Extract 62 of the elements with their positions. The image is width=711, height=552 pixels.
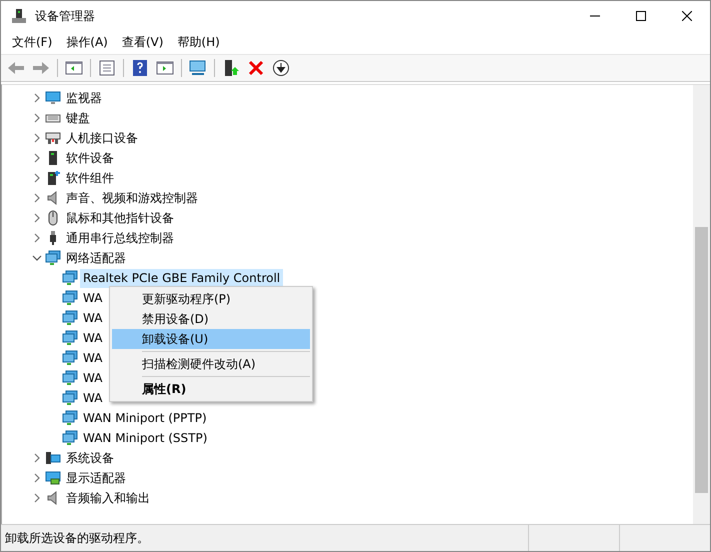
tree-item[interactable]: 软件组件 bbox=[63, 168, 117, 188]
back-arrow-icon bbox=[7, 59, 25, 77]
status-text: 卸载所选设备的驱动程序。 bbox=[4, 530, 150, 546]
menu-item[interactable]: 文件(F) bbox=[5, 32, 60, 53]
context-menu-item[interactable]: 扫描检测硬件改动(A) bbox=[112, 354, 310, 374]
tree-item[interactable]: 音频输入和输出 bbox=[63, 488, 153, 508]
network-icon bbox=[62, 270, 78, 286]
forward-arrow-icon bbox=[32, 59, 50, 77]
help-icon bbox=[131, 59, 149, 77]
tree-item[interactable]: WA bbox=[80, 328, 106, 348]
delete-icon bbox=[247, 59, 265, 77]
menu-item[interactable]: 帮助(H) bbox=[170, 32, 227, 53]
download-icon bbox=[272, 59, 290, 77]
computer-icon bbox=[45, 450, 61, 466]
network-icon bbox=[62, 390, 78, 406]
tree-item[interactable]: WAN Miniport (SSTP) bbox=[80, 428, 210, 448]
keyboard-icon bbox=[45, 130, 61, 146]
tree-item[interactable]: WA bbox=[80, 308, 106, 328]
device-manager-icon bbox=[11, 8, 27, 24]
tree-item[interactable]: WA bbox=[80, 348, 106, 368]
network-icon bbox=[62, 310, 78, 326]
context-menu-item[interactable]: 卸载设备(U) bbox=[112, 329, 310, 349]
close-icon bbox=[682, 11, 692, 21]
network-icon bbox=[62, 290, 78, 306]
network-icon bbox=[62, 330, 78, 346]
tree-item[interactable]: Realtek PCIe GBE Family Controll bbox=[80, 268, 284, 288]
tree-item[interactable]: 软件设备 bbox=[63, 148, 117, 168]
tree-item[interactable]: 通用串行总线控制器 bbox=[63, 228, 177, 248]
context-menu-item[interactable]: 禁用设备(D) bbox=[112, 309, 310, 329]
toolbar-button[interactable] bbox=[270, 57, 292, 79]
network-icon bbox=[62, 370, 78, 386]
display-card-icon bbox=[45, 470, 61, 486]
tree-item[interactable]: 声音、视频和游戏控制器 bbox=[63, 188, 201, 208]
tree-item[interactable]: 网络适配器 bbox=[63, 248, 129, 268]
context-menu-item[interactable]: 更新驱动程序(P) bbox=[112, 289, 310, 309]
update-driver-icon bbox=[222, 59, 240, 77]
scrollbar[interactable] bbox=[693, 85, 710, 524]
window-panel-icon bbox=[156, 59, 174, 77]
chevron-down-icon[interactable] bbox=[32, 255, 42, 261]
menu-item[interactable]: 操作(A) bbox=[59, 32, 115, 53]
network-icon bbox=[62, 430, 78, 446]
network-icon bbox=[62, 410, 78, 426]
menu-item[interactable]: 查看(V) bbox=[114, 32, 170, 53]
maximize-icon bbox=[636, 11, 646, 21]
context-menu-item[interactable]: 属性(R) bbox=[112, 379, 310, 399]
tree-item[interactable]: 人机接口设备 bbox=[63, 128, 141, 148]
network-icon bbox=[62, 350, 78, 366]
tree-item[interactable]: WA bbox=[80, 368, 106, 388]
network-icon bbox=[45, 250, 61, 266]
tree-item[interactable]: 监视器 bbox=[63, 88, 105, 108]
tree-item[interactable]: 显示适配器 bbox=[63, 468, 129, 488]
window-panel-icon bbox=[65, 59, 83, 77]
tree-item[interactable]: WA bbox=[80, 388, 106, 408]
properties-icon bbox=[98, 59, 116, 77]
tree-item[interactable]: WA bbox=[80, 288, 106, 308]
tree-item[interactable]: 系统设备 bbox=[63, 448, 117, 468]
tree-item[interactable]: WAN Miniport (PPTP) bbox=[80, 408, 210, 428]
monitor-icon bbox=[45, 90, 61, 106]
tree-item[interactable]: 鼠标和其他指针设备 bbox=[63, 208, 177, 228]
window-title: 设备管理器 bbox=[35, 8, 96, 24]
tree-item[interactable]: 键盘 bbox=[63, 108, 93, 128]
tower-icon bbox=[45, 170, 61, 186]
